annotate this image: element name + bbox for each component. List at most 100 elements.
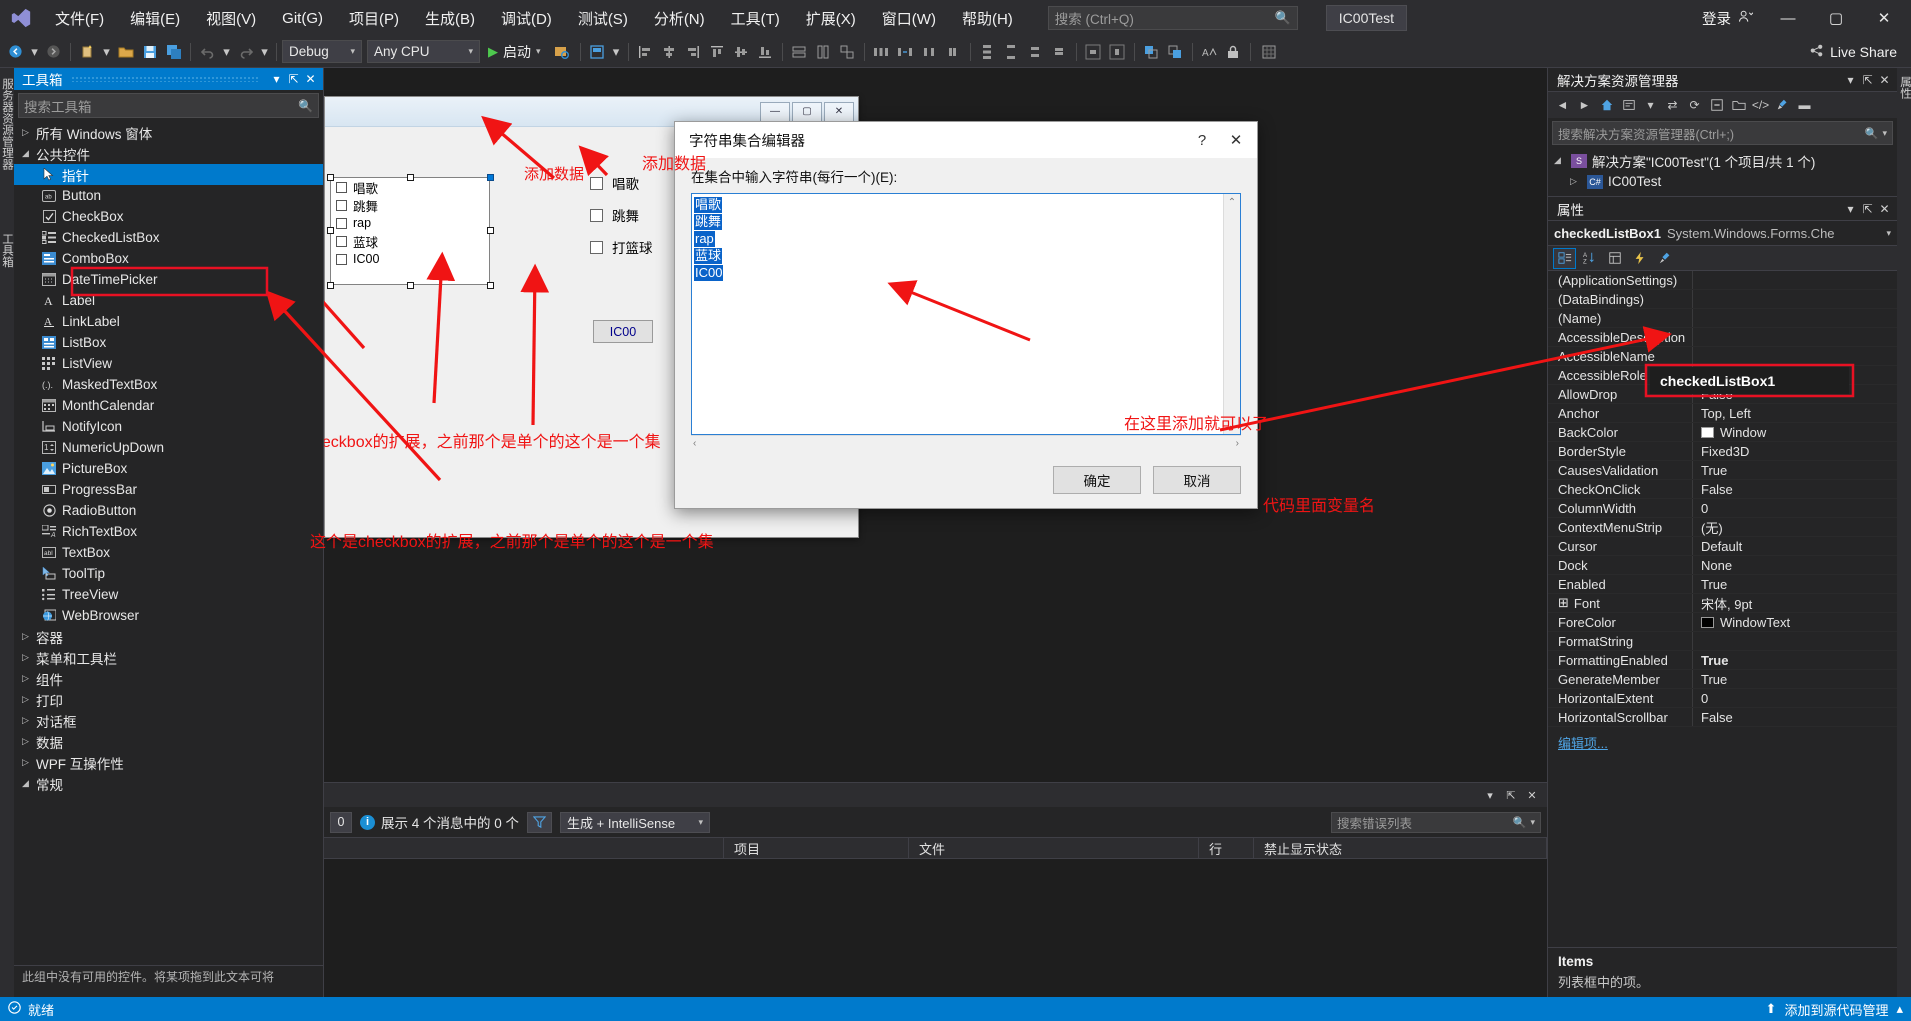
pin-icon[interactable]: ⇱ [1859, 73, 1876, 87]
toolbox-group-menus-toolbars[interactable]: ▷ 菜单和工具栏 [14, 647, 323, 668]
close-button[interactable]: ✕ [1861, 1, 1907, 35]
dialog-close-button[interactable]: ✕ [1219, 125, 1253, 155]
form-checkbox-2[interactable]: 跳舞 [590, 205, 639, 225]
checkedlistbox-row[interactable]: IC00 [331, 250, 489, 268]
toolbox-item-monthcalendar[interactable]: MonthCalendar [14, 395, 323, 416]
live-share-button[interactable]: Live Share [1795, 43, 1911, 61]
pin-icon[interactable]: ⇱ [1502, 789, 1520, 802]
resize-handle-se[interactable] [487, 282, 494, 289]
tab-order-icon[interactable]: A [1198, 40, 1221, 64]
item-checkbox[interactable] [336, 217, 347, 229]
toolbox-item-checkbox[interactable]: CheckBox [14, 206, 323, 227]
remove-horizontal-spacing-icon[interactable] [942, 40, 965, 64]
properties-view-icon[interactable] [1603, 248, 1626, 269]
checkbox-box[interactable] [590, 176, 603, 190]
attach-process-icon[interactable] [549, 40, 575, 64]
collapse-all-icon[interactable] [1706, 95, 1727, 116]
item-checkbox[interactable] [336, 199, 347, 211]
toolbox-item-radiobutton[interactable]: RadioButton [14, 500, 323, 521]
toolbox-search-input[interactable]: 搜索工具箱 🔍 [18, 93, 319, 118]
minimize-button[interactable]: — [1765, 1, 1811, 35]
menu-help[interactable]: 帮助(H) [949, 2, 1026, 35]
preview-dropdown-icon[interactable]: ▾ [610, 40, 623, 64]
chevron-down-icon[interactable]: ▾ [1640, 95, 1661, 116]
sync-with-active-document-icon[interactable]: ⇄ [1662, 95, 1683, 116]
toolbox-item-label[interactable]: A Label [14, 290, 323, 311]
menu-extensions[interactable]: 扩展(X) [793, 2, 869, 35]
chevron-down-icon[interactable]: ▾ [1842, 73, 1859, 87]
toolbox-group-components[interactable]: ▷ 组件 [14, 668, 323, 689]
align-centers-icon[interactable] [658, 40, 681, 64]
chevron-down-icon[interactable]: ▾ [1886, 228, 1891, 239]
toolbox-group-dialogs[interactable]: ▷ 对话框 [14, 710, 323, 731]
pin-icon[interactable]: ⇱ [285, 72, 302, 86]
close-icon[interactable]: ✕ [1523, 789, 1541, 802]
menu-test[interactable]: 测试(S) [565, 2, 641, 35]
vertical-tab-server-explorer[interactable]: 服务器资源管理器 [0, 78, 15, 170]
checkedlistbox-row[interactable]: 蓝球 [331, 232, 489, 250]
alphabetical-view-icon[interactable]: AZ [1578, 248, 1601, 269]
refresh-icon[interactable]: ⟳ [1684, 95, 1705, 116]
toolbox-item-linklabel[interactable]: A LinkLabel [14, 311, 323, 332]
properties-icon[interactable] [1772, 95, 1793, 116]
chevron-down-icon[interactable]: ⌄ [1228, 417, 1236, 434]
decrease-horizontal-spacing-icon[interactable] [918, 40, 941, 64]
dialog-vertical-scrollbar[interactable]: ⌃ ⌄ [1223, 194, 1240, 434]
string-line[interactable]: rap [694, 231, 715, 247]
column-project[interactable]: 项目 [724, 838, 909, 858]
navigate-backward-dropdown-icon[interactable]: ▾ [28, 40, 41, 64]
property-value[interactable]: None [1693, 556, 1897, 574]
strings-textarea[interactable]: 唱歌 跳舞 rap 蓝球 IC00 ⌃ ⌄ [691, 193, 1241, 435]
menu-edit[interactable]: 编辑(E) [117, 2, 193, 35]
chevron-left-icon[interactable]: ‹ [693, 438, 696, 449]
vertical-tab-toolbox[interactable]: 工具箱 [0, 233, 15, 268]
item-checkbox[interactable] [336, 181, 347, 193]
dialog-horizontal-scrollbar[interactable]: ‹ › [691, 435, 1241, 451]
global-search-input[interactable]: 搜索 (Ctrl+Q) 🔍 [1047, 6, 1298, 30]
error-source-dropdown[interactable]: 生成 + IntelliSense ▾ [560, 811, 711, 833]
toolbox-group-general[interactable]: ◢ 常规 [14, 773, 323, 794]
toolbox-item-maskedtextbox[interactable]: (.). MaskedTextBox [14, 374, 323, 395]
close-icon[interactable]: ✕ [1876, 202, 1893, 216]
toolbox-group-data[interactable]: ▷ 数据 [14, 731, 323, 752]
redo-dropdown-icon[interactable]: ▾ [258, 40, 271, 64]
align-rights-icon[interactable] [682, 40, 705, 64]
property-value[interactable] [1693, 347, 1897, 365]
chevron-down-icon[interactable]: ▾ [1842, 202, 1859, 216]
property-value[interactable] [1693, 271, 1897, 289]
checkedlistbox-control[interactable]: 唱歌 跳舞 rap 蓝球 IC00 [330, 177, 490, 285]
string-line[interactable]: 蓝球 [694, 248, 723, 264]
checkbox-box[interactable] [590, 240, 603, 254]
property-pages-icon[interactable] [1653, 248, 1676, 269]
make-same-size-icon[interactable] [836, 40, 859, 64]
property-value[interactable] [1693, 328, 1897, 346]
solution-tree[interactable]: ◢ S 解决方案"IC00Test"(1 个项目/共 1 个) ▷ C# IC0… [1548, 148, 1897, 196]
menu-analyze[interactable]: 分析(N) [641, 2, 718, 35]
toolbox-item-picturebox[interactable]: PictureBox [14, 458, 323, 479]
new-project-icon[interactable] [76, 40, 99, 64]
toolbox-item-listbox[interactable]: ListBox [14, 332, 323, 353]
solution-explorer-search-input[interactable]: 搜索解决方案资源管理器(Ctrl+;) 🔍 ▾ [1552, 121, 1893, 145]
show-all-files-icon[interactable] [1728, 95, 1749, 116]
property-value[interactable]: Window [1693, 423, 1897, 441]
increase-horizontal-spacing-icon[interactable] [894, 40, 917, 64]
toolbox-item-button[interactable]: ab Button [14, 185, 323, 206]
navigate-backward-icon[interactable] [4, 40, 27, 64]
toolbox-item-notifyicon[interactable]: NotifyIcon [14, 416, 323, 437]
save-icon[interactable] [138, 40, 161, 64]
solution-configuration-dropdown[interactable]: Debug ▾ [282, 40, 362, 63]
property-value[interactable]: True [1693, 575, 1897, 593]
property-value[interactable]: True [1693, 670, 1897, 688]
resize-handle-nw[interactable] [327, 174, 334, 181]
decrease-vertical-spacing-icon[interactable] [1024, 40, 1047, 64]
preview-changes-icon[interactable] [586, 40, 609, 64]
align-middles-icon[interactable] [730, 40, 753, 64]
solution-node[interactable]: ◢ S 解决方案"IC00Test"(1 个项目/共 1 个) [1548, 150, 1897, 171]
bring-to-front-icon[interactable] [1140, 40, 1163, 64]
form-checkbox-3[interactable]: 打篮球 [590, 237, 653, 257]
column-file[interactable]: 文件 [909, 838, 1199, 858]
toolbox-item-webbrowser[interactable]: WebBrowser [14, 605, 323, 626]
pending-changes-icon[interactable] [1618, 95, 1639, 116]
property-value[interactable]: False [1693, 708, 1897, 726]
make-same-width-icon[interactable] [788, 40, 811, 64]
